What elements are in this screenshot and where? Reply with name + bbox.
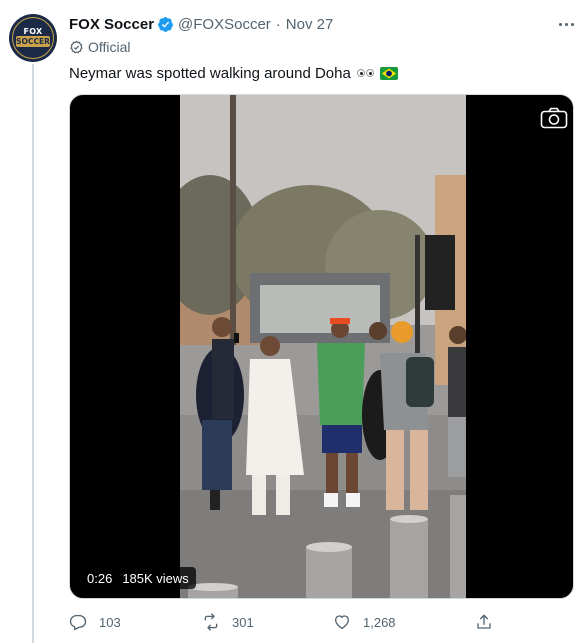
like-count: 1,268 [363, 614, 396, 630]
video-stats-badge: 0:26 185K views [80, 567, 196, 589]
share-button[interactable] [475, 611, 493, 633]
share-icon [477, 614, 491, 629]
video-duration: 0:26 [87, 570, 113, 586]
video-views: 185K views [122, 570, 189, 586]
avatar[interactable]: FOX SOCCER [9, 14, 57, 62]
account-name[interactable]: FOX Soccer [69, 16, 154, 33]
verified-badge-icon [158, 16, 173, 32]
eyes-emoji-icon [356, 67, 376, 79]
thread-line [32, 64, 34, 643]
reply-count: 103 [99, 614, 121, 630]
separator-dot: · [275, 15, 281, 33]
more-icon[interactable] [556, 14, 576, 34]
official-label: Official [69, 38, 131, 56]
retweet-count: 301 [232, 614, 254, 630]
like-icon [334, 615, 350, 630]
official-badge-icon [70, 40, 83, 54]
tweet-date[interactable]: Nov 27 [286, 16, 334, 33]
retweet-icon [204, 613, 218, 631]
retweet-button[interactable]: 301 [202, 611, 254, 633]
action-bar: 103 301 1,268 [69, 611, 499, 633]
tweet-text-content: Neymar was spotted walking around Doha [69, 64, 351, 82]
brazil-flag-icon [379, 66, 398, 80]
official-text: Official [88, 39, 131, 55]
reply-button[interactable]: 103 [69, 611, 121, 633]
reply-icon [69, 614, 87, 631]
video-frame [180, 95, 466, 598]
account-handle[interactable]: @FOXSoccer [178, 16, 271, 33]
tweet-text: Neymar was spotted walking around Doha [69, 62, 398, 84]
avatar-logo-bar: SOCCER [16, 36, 50, 47]
tweet-header: FOX Soccer @FOXSoccer · Nov 27 [69, 13, 333, 35]
avatar-logo-top: FOX [23, 27, 43, 36]
video-player[interactable]: 0:26 185K views [69, 94, 574, 599]
camera-icon[interactable] [540, 107, 568, 129]
like-button[interactable]: 1,268 [333, 611, 396, 633]
